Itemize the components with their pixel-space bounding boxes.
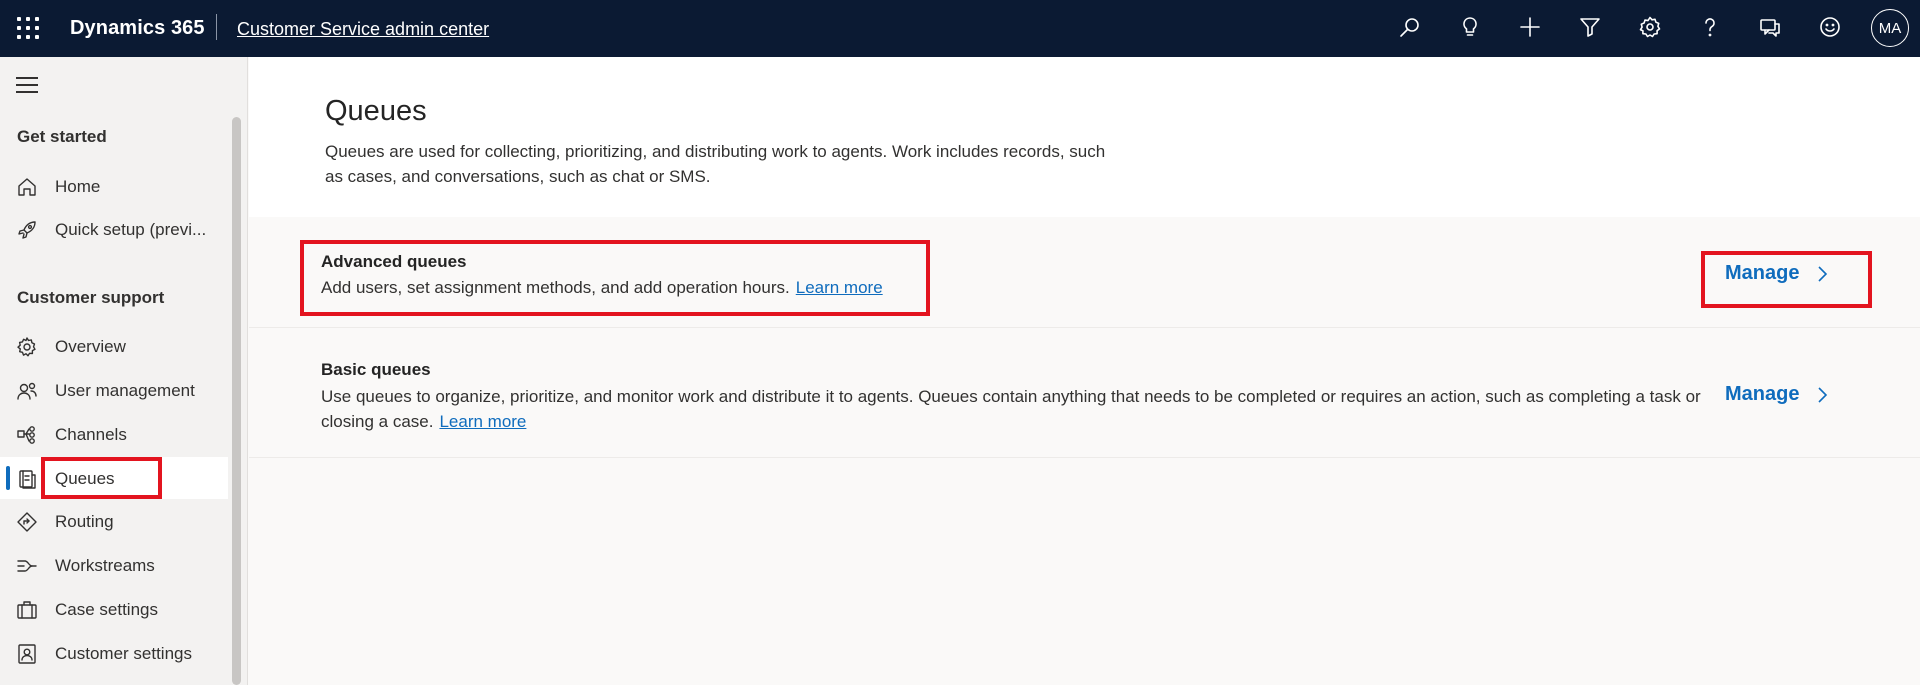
sidebar-item-label: Workstreams [55, 556, 155, 575]
sidebar-item-label: Routing [55, 512, 114, 531]
sidebar-item-label: Overview [55, 337, 126, 356]
page-header: Queues Queues are used for collecting, p… [249, 57, 1920, 217]
filter-icon[interactable] [1577, 14, 1603, 40]
sidebar-item-routing[interactable]: Routing [0, 500, 228, 542]
section-title-get-started: Get started [17, 127, 107, 146]
sidebar-item-customer-settings[interactable]: Customer settings [0, 632, 228, 674]
sidebar-item-label: User management [55, 381, 195, 400]
channels-icon [16, 424, 38, 446]
brand-separator [216, 14, 217, 40]
app-launcher-icon[interactable] [16, 16, 40, 40]
basic-queues-row: Basic queues Use queues to organize, pri… [249, 328, 1920, 458]
sidebar-scrollbar-thumb[interactable] [232, 117, 241, 685]
hamburger-menu-icon[interactable] [16, 77, 38, 93]
briefcase-icon [16, 599, 38, 621]
routing-icon [16, 511, 38, 533]
main-content: Queues Queues are used for collecting, p… [249, 57, 1920, 685]
sidebar-item-channels[interactable]: Channels [0, 413, 228, 455]
row-description: Use queues to organize, prioritize, and … [321, 384, 1701, 434]
sidebar-item-home[interactable]: Home [0, 165, 228, 207]
learn-more-link[interactable]: Learn more [439, 412, 526, 431]
smiley-icon[interactable] [1817, 14, 1843, 40]
sidebar-item-label: Home [55, 177, 101, 196]
queues-icon [16, 468, 38, 490]
selected-indicator [6, 466, 10, 490]
sidebar-item-user-management[interactable]: User management [0, 369, 228, 411]
section-title-customer-support: Customer support [17, 288, 165, 307]
manage-basic-queues-button[interactable]: Manage [1725, 383, 1831, 406]
row-description-text: Use queues to organize, prioritize, and … [321, 387, 1701, 431]
search-icon[interactable] [1397, 14, 1423, 40]
sidebar-item-label: Quick setup (previ... [55, 220, 207, 239]
rocket-icon [16, 219, 38, 241]
add-icon[interactable] [1517, 14, 1543, 40]
chevron-right-icon [1818, 386, 1828, 403]
brand-name: Dynamics 365 [70, 17, 205, 39]
sidebar-item-label: Customer settings [55, 644, 192, 663]
sidebar-scrollbar[interactable] [232, 117, 241, 685]
sidebar-item-case-settings[interactable]: Case settings [0, 588, 228, 630]
settings-icon[interactable] [1637, 14, 1663, 40]
overview-gear-icon [16, 336, 38, 358]
feedback-icon[interactable] [1757, 14, 1783, 40]
highlight-box-manage [1701, 251, 1872, 308]
sidebar-item-quick-setup[interactable]: Quick setup (previ... [0, 208, 228, 250]
workstreams-icon [16, 555, 38, 577]
contact-card-icon [16, 643, 38, 665]
sidebar-item-overview[interactable]: Overview [0, 325, 228, 367]
manage-label: Manage [1725, 383, 1800, 405]
top-bar: Dynamics 365 Customer Service admin cent… [0, 0, 1920, 57]
sidebar-item-label: Channels [55, 425, 127, 444]
lightbulb-icon[interactable] [1457, 14, 1483, 40]
sidebar: Get started Home Quick setup (previ... C… [0, 57, 248, 685]
highlight-box-queues-nav [41, 457, 162, 499]
users-icon [16, 380, 38, 402]
page-description: Queues are used for collecting, prioriti… [325, 142, 1106, 186]
highlight-box-advanced-queues [300, 240, 930, 316]
help-icon[interactable] [1697, 14, 1723, 40]
row-title: Basic queues [321, 360, 431, 379]
app-name-link[interactable]: Customer Service admin center [237, 19, 489, 40]
user-avatar[interactable]: MA [1871, 9, 1909, 47]
home-icon [16, 176, 38, 198]
sidebar-item-workstreams[interactable]: Workstreams [0, 544, 228, 586]
sidebar-item-label: Case settings [55, 600, 158, 619]
page-title: Queues [325, 95, 427, 127]
